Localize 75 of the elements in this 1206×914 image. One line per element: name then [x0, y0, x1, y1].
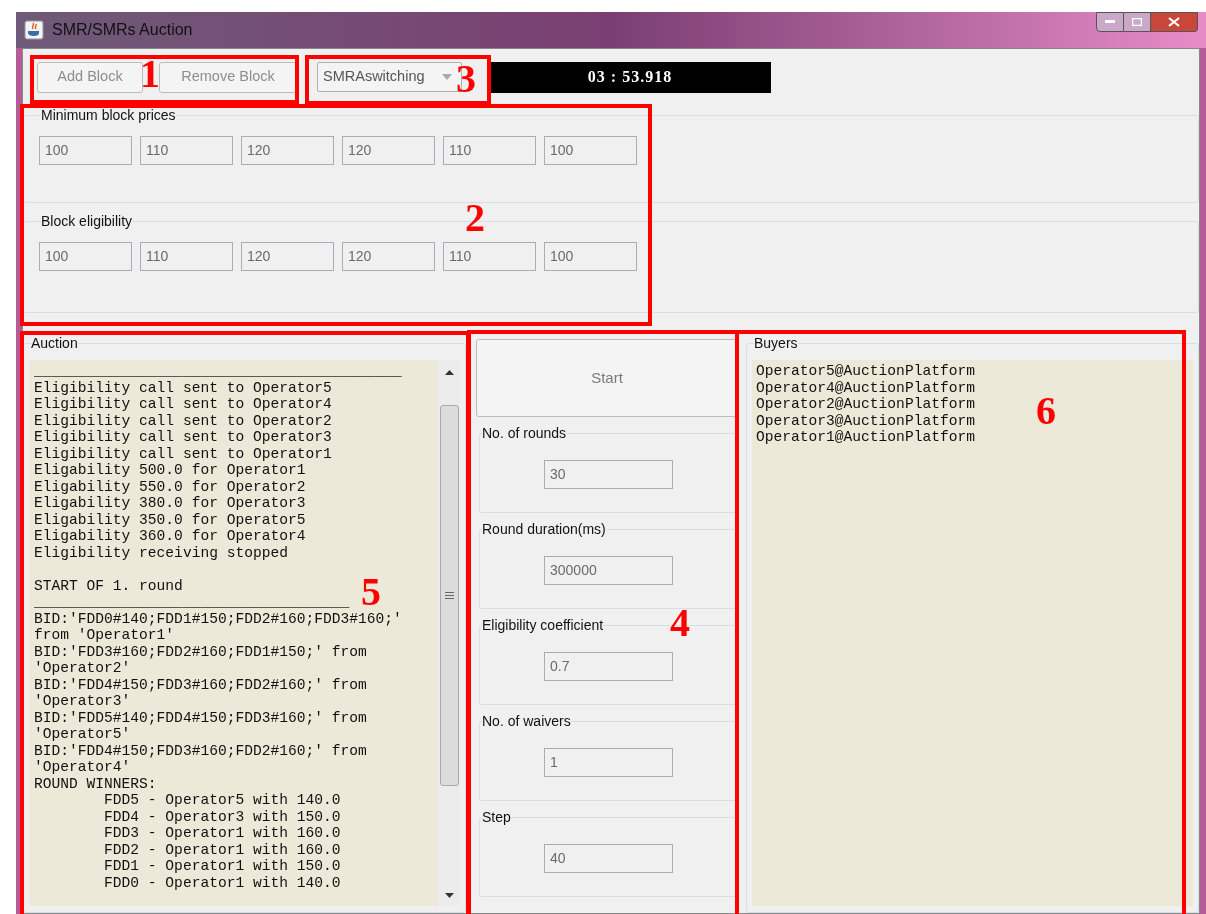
log-line: START OF 1. round — [34, 577, 183, 594]
log-line: 'Operator2' — [34, 660, 131, 677]
annotation-number: 1 — [140, 52, 160, 96]
log-line: 'Operator3' — [34, 693, 131, 710]
buyer-item: Operator3@AuctionPlatform — [756, 412, 975, 429]
text-field[interactable]: 120 — [241, 136, 334, 165]
log-line: Eligability 350.0 for Operator5 — [34, 511, 306, 528]
log-line: BID:'FDD4#150;FDD3#160;FDD2#160;' from — [34, 676, 367, 693]
text-field[interactable]: 110 — [140, 136, 233, 165]
group-title: Block eligibility — [41, 212, 133, 231]
log-line: Eligibility call sent to Operator3 — [34, 429, 332, 446]
annotation-number: 4 — [670, 601, 690, 645]
java-cup-icon — [24, 20, 44, 40]
group-title: Auction — [31, 334, 78, 353]
text-field[interactable]: 100 — [544, 136, 637, 165]
log-line: Eligibility call sent to Operator2 — [34, 412, 332, 429]
text-field[interactable]: 120 — [342, 242, 435, 271]
caret-icon — [442, 74, 452, 80]
text-field[interactable]: 120 — [342, 136, 435, 165]
log-line: Eligibility receiving stopped — [34, 544, 288, 561]
log-line: 'Operator5' — [34, 726, 131, 743]
text-field[interactable]: 120 — [241, 242, 334, 271]
log-line: FDD5 - Operator5 with 140.0 — [103, 792, 341, 809]
grip-icon — [444, 592, 454, 599]
scrollbar[interactable] — [438, 360, 460, 906]
log-line: BID:'FDD3#160;FDD2#160;FDD1#150;' from — [34, 643, 367, 660]
close-button[interactable] — [1151, 12, 1198, 32]
buyer-item: Operator2@AuctionPlatform — [756, 396, 975, 413]
log-line: Eligibility call sent to Operator4 — [34, 396, 332, 413]
log-line: from 'Operator1' — [34, 627, 175, 644]
log-line: Eligability 380.0 for Operator3 — [34, 495, 306, 512]
text-field[interactable]: 100 — [544, 242, 637, 271]
log-line: FDD1 - Operator1 with 150.0 — [103, 858, 341, 875]
log-line: ____________________________________ — [34, 594, 350, 611]
group-title: Buyers — [754, 334, 798, 353]
scrollbar-thumb[interactable] — [439, 405, 459, 786]
log-line: ROUND WINNERS: — [34, 775, 157, 792]
text-field[interactable]: 100 — [39, 136, 132, 165]
log-line: Eligability 550.0 for Operator2 — [34, 478, 306, 495]
text-field[interactable]: 110 — [443, 242, 536, 271]
log-line: FDD0 - Operator1 with 140.0 — [103, 874, 341, 891]
log-line: Eligability 500.0 for Operator1 — [34, 462, 306, 479]
scroll-down-icon — [444, 893, 454, 898]
group-title: Eligibility coefficient — [482, 616, 604, 635]
group-title: No. of rounds — [482, 424, 567, 443]
log-line: 'Operator4' — [34, 759, 131, 776]
maximize-icon — [1132, 18, 1142, 26]
close-icon — [1168, 17, 1180, 27]
log-line: __________________________________________ — [34, 363, 402, 380]
log-line: BID:'FDD4#150;FDD3#160;FDD2#160;' from — [34, 742, 367, 759]
timer-display: 03 : 53.918 — [489, 61, 771, 93]
text-field[interactable]: 100 — [39, 242, 132, 271]
window-title: SMR/SMRs Auction — [52, 20, 193, 40]
log-line: Eligability 360.0 for Operator4 — [34, 528, 306, 545]
group-title: Step — [482, 808, 511, 827]
group-title: No. of waivers — [482, 712, 571, 731]
annotation-number: 2 — [465, 196, 485, 240]
log-line: Eligibility call sent to Operator5 — [34, 379, 332, 396]
log-line: FDD3 - Operator1 with 160.0 — [103, 825, 341, 842]
minimize-icon — [1105, 20, 1115, 24]
scroll-up-icon — [444, 370, 454, 375]
buyer-item: Operator4@AuctionPlatform — [756, 379, 975, 396]
text-field[interactable]: 110 — [140, 242, 233, 271]
buyer-item: Operator5@AuctionPlatform — [756, 363, 975, 380]
text-field[interactable]: 110 — [443, 136, 536, 165]
log-line: FDD2 - Operator1 with 160.0 — [103, 841, 341, 858]
log-line: BID:'FDD5#140;FDD4#150;FDD3#160;' from — [34, 709, 367, 726]
annotation-number: 6 — [1036, 389, 1056, 433]
group-title: Minimum block prices — [41, 106, 176, 125]
buyer-item: Operator1@AuctionPlatform — [756, 429, 975, 446]
log-line: FDD4 - Operator3 with 150.0 — [103, 808, 341, 825]
minimize-button[interactable] — [1096, 12, 1124, 32]
log-line: Eligibility call sent to Operator1 — [34, 445, 332, 462]
group-title: Round duration(ms) — [482, 520, 606, 539]
maximize-button[interactable] — [1124, 12, 1151, 32]
